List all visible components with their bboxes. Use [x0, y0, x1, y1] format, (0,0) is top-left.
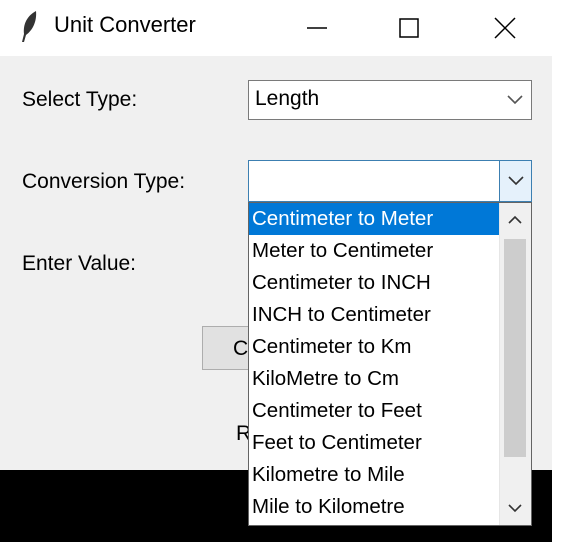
minimize-button[interactable]	[294, 8, 340, 48]
chevron-up-icon	[508, 215, 522, 224]
title-bar: Unit Converter	[0, 0, 552, 56]
scroll-thumb[interactable]	[504, 239, 526, 457]
chevron-down-icon	[508, 504, 522, 513]
dropdown-option[interactable]: Centimeter to INCH	[249, 267, 499, 299]
dropdown-option[interactable]: Meter to Centimeter	[249, 235, 499, 267]
window-title: Unit Converter	[54, 12, 196, 37]
chevron-down-icon	[508, 176, 524, 186]
select-type-dropdown-arrow[interactable]	[499, 81, 531, 119]
dropdown-option[interactable]: Centimeter to Feet	[249, 395, 499, 427]
close-icon	[494, 17, 516, 39]
scroll-down-button[interactable]	[500, 491, 531, 525]
convert-button-label: C	[233, 337, 249, 360]
dropdown-option[interactable]: Feet to Centimeter	[249, 427, 499, 459]
select-type-value: Length	[255, 87, 320, 110]
scrollbar[interactable]	[499, 203, 531, 525]
select-type-label: Select Type:	[22, 88, 138, 111]
conversion-type-dropdown-list[interactable]: Centimeter to Meter Meter to Centimeter Ce…	[248, 202, 532, 526]
scroll-up-button[interactable]	[500, 203, 531, 237]
dropdown-option[interactable]: Centimeter to Meter	[249, 203, 499, 235]
dropdown-options: Centimeter to Meter Meter to Centimeter Ce…	[249, 203, 499, 523]
minimize-icon	[307, 27, 327, 29]
conversion-type-label: Conversion Type:	[22, 170, 186, 193]
select-type-combobox[interactable]: Length	[248, 80, 532, 120]
maximize-icon	[399, 18, 419, 38]
enter-value-label: Enter Value:	[22, 252, 137, 275]
dropdown-option[interactable]: Kilometre to Mile	[249, 459, 499, 491]
close-button[interactable]	[482, 8, 528, 48]
conversion-type-dropdown-arrow[interactable]	[499, 161, 531, 201]
dropdown-option[interactable]: Mile to Kilometre	[249, 491, 499, 523]
conversion-type-combobox[interactable]	[248, 160, 532, 202]
maximize-button[interactable]	[386, 8, 432, 48]
dropdown-option[interactable]: Centimeter to Km	[249, 331, 499, 363]
dropdown-option[interactable]: KiloMetre to Cm	[249, 363, 499, 395]
dropdown-option[interactable]: INCH to Centimeter	[249, 299, 499, 331]
chevron-down-icon	[507, 95, 523, 105]
feather-icon	[22, 11, 37, 42]
